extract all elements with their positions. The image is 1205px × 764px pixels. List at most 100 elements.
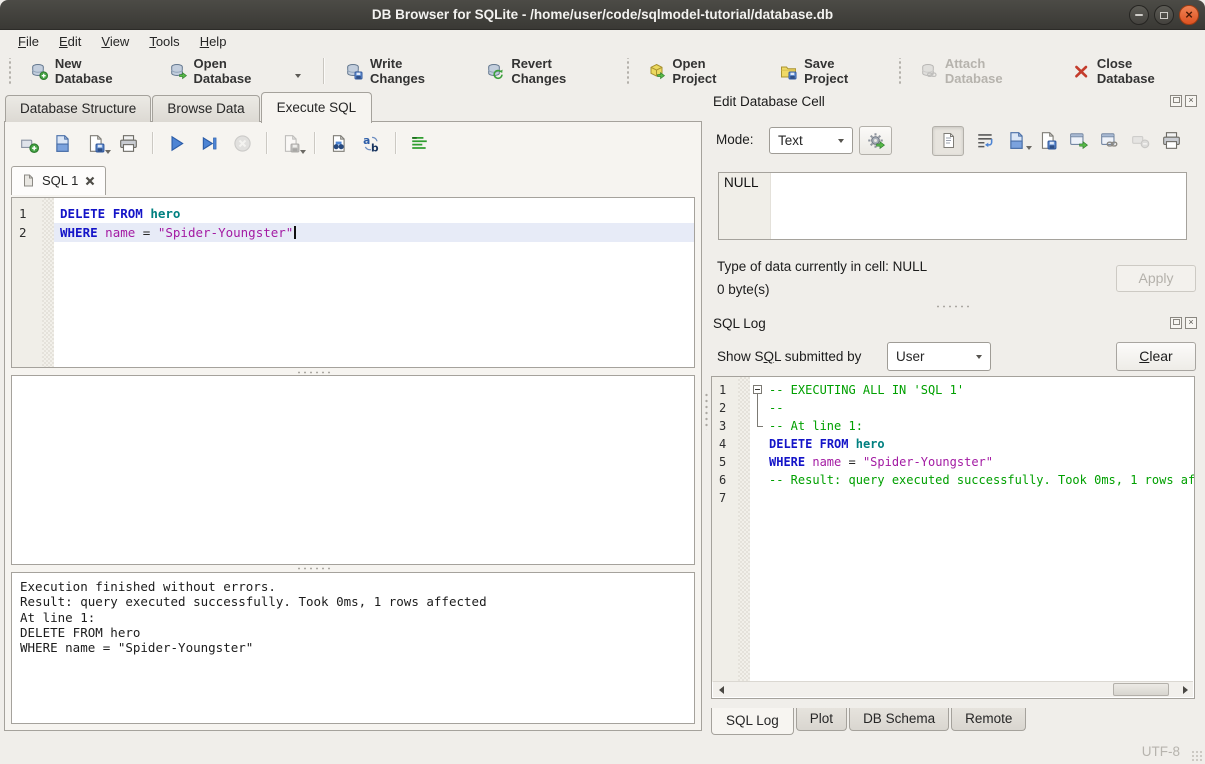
open-external-icon [1069, 131, 1088, 150]
text-mode-toggle[interactable] [932, 126, 964, 156]
write-changes-button[interactable]: Write Changes [337, 52, 466, 90]
print-sql-button[interactable] [118, 133, 139, 154]
code-line[interactable]: 3-- At line 1: [712, 417, 1194, 435]
tab-remote[interactable]: Remote [951, 708, 1026, 731]
print-cell-button[interactable] [1162, 131, 1181, 150]
scrollbar-track[interactable] [729, 682, 1177, 697]
close-button[interactable]: × [1179, 5, 1199, 25]
open-in-external-button[interactable] [1069, 131, 1088, 150]
float-dock-icon[interactable] [1170, 95, 1182, 107]
close-dock-icon[interactable]: × [1185, 317, 1197, 329]
attach-database-button: Attach Database [912, 52, 1052, 90]
sql-editor[interactable]: 1DELETE FROM hero2WHERE name = "Spider-Y… [11, 197, 695, 368]
code-line[interactable]: 1-- EXECUTING ALL IN 'SQL 1' [712, 381, 1194, 399]
scrollbar-thumb[interactable] [1113, 683, 1169, 696]
revert-changes-button[interactable]: Revert Changes [478, 52, 615, 90]
tab-plot[interactable]: Plot [796, 708, 847, 731]
menubar: File Edit View Tools Help [0, 30, 1205, 52]
open-database-button[interactable]: Open Database [161, 52, 311, 90]
execute-all-button[interactable] [166, 133, 187, 154]
clear-log-button[interactable]: Clear [1116, 342, 1196, 371]
cell-type-label: Type of data currently in cell: NULL [717, 259, 927, 274]
close-tab-icon[interactable] [85, 176, 95, 186]
open-sql-tab-button[interactable] [19, 133, 40, 154]
tab-sql-log[interactable]: SQL Log [711, 708, 794, 735]
code-line[interactable]: 7 [712, 489, 1194, 507]
cell-value-editor[interactable]: NULL [718, 172, 1187, 240]
menu-edit[interactable]: Edit [49, 32, 91, 51]
write-changes-icon [346, 63, 363, 80]
close-database-button[interactable]: Close Database [1064, 52, 1199, 90]
stop-execution-button [232, 133, 253, 154]
results-grid[interactable] [11, 375, 695, 565]
set-null-icon [1131, 131, 1150, 150]
main-tab-bar: Database Structure Browse Data Execute S… [5, 92, 373, 122]
code-line[interactable]: 2-- [712, 399, 1194, 417]
close-dock-icon[interactable]: × [1185, 95, 1197, 107]
export-cell-data-button[interactable] [1038, 131, 1057, 150]
apply-button: Apply [1116, 265, 1196, 292]
encoding-status: UTF-8 [1142, 744, 1180, 759]
code-line[interactable]: 1DELETE FROM hero [12, 204, 694, 223]
import-dropdown-icon[interactable] [1026, 146, 1032, 150]
apply-cell-settings-button[interactable] [859, 126, 892, 155]
word-wrap-button[interactable] [976, 131, 995, 150]
sql-submitter-combobox[interactable]: User [887, 342, 991, 371]
window-controls: × [1129, 5, 1199, 25]
tab-execute-sql[interactable]: Execute SQL [261, 92, 373, 123]
save-project-button[interactable]: Save Project [771, 52, 888, 90]
toolbar-drag-handle[interactable] [897, 58, 903, 84]
sql-file-icon [22, 174, 35, 187]
horizontal-scrollbar[interactable] [713, 681, 1193, 697]
tab-db-schema[interactable]: DB Schema [849, 708, 949, 731]
scroll-left-icon[interactable] [713, 682, 729, 697]
toolbar-drag-handle[interactable] [625, 58, 631, 84]
sql-1-tab[interactable]: SQL 1 [11, 166, 106, 195]
copy-link-button[interactable] [1100, 131, 1119, 150]
maximize-button[interactable] [1154, 5, 1174, 25]
code-line[interactable]: 6-- Result: query executed successfully.… [712, 471, 1194, 489]
float-dock-icon[interactable] [1170, 317, 1182, 329]
edit-cell-dock-title: Edit Database Cell [713, 94, 825, 109]
toolbar-separator [314, 132, 315, 154]
toolbar-drag-handle[interactable] [7, 58, 13, 84]
find-button[interactable] [328, 133, 349, 154]
open-sql-file-icon [53, 134, 72, 153]
sql-log-lines: 1-- EXECUTING ALL IN 'SQL 1'2--3-- At li… [712, 381, 1194, 507]
window-title: DB Browser for SQLite - /home/user/code/… [0, 0, 1205, 30]
word-wrap-icon [976, 131, 995, 150]
sql-log-view[interactable]: 1-- EXECUTING ALL IN 'SQL 1'2--3-- At li… [711, 376, 1195, 699]
vertical-splitter[interactable] [703, 92, 710, 732]
scroll-right-icon[interactable] [1177, 682, 1193, 697]
save-results-dropdown-icon [300, 150, 306, 154]
code-line[interactable]: 2WHERE name = "Spider-Youngster" [12, 223, 694, 242]
menu-tools[interactable]: Tools [139, 32, 189, 51]
save-sql-file-button[interactable] [85, 133, 106, 154]
open-project-button[interactable]: Open Project [639, 52, 759, 90]
tab-browse-data[interactable]: Browse Data [152, 95, 259, 122]
execute-current-line-button[interactable] [199, 133, 220, 154]
sql-editor-toolbar [13, 128, 436, 158]
open-sql-file-button[interactable] [52, 133, 73, 154]
code-line[interactable]: 4DELETE FROM hero [712, 435, 1194, 453]
execution-message: Execution finished without errors. Resul… [11, 572, 695, 724]
code-line[interactable]: 5WHERE name = "Spider-Youngster" [712, 453, 1194, 471]
save-sql-dropdown-icon[interactable] [105, 150, 111, 154]
menu-view[interactable]: View [91, 32, 139, 51]
find-replace-button[interactable] [361, 133, 382, 154]
splitter-handle[interactable] [935, 304, 973, 309]
save-sql-file-icon [86, 134, 105, 153]
mode-combobox[interactable]: Text [769, 127, 853, 154]
new-database-button[interactable]: New Database [22, 52, 149, 90]
tab-database-structure[interactable]: Database Structure [5, 95, 151, 122]
menu-help[interactable]: Help [190, 32, 237, 51]
titlebar[interactable]: DB Browser for SQLite - /home/user/code/… [0, 0, 1205, 30]
cell-null-indicator: NULL [719, 173, 771, 239]
open-database-dropdown-icon[interactable] [295, 74, 301, 78]
format-sql-button[interactable] [409, 133, 430, 154]
resize-grip[interactable] [1191, 750, 1202, 761]
import-cell-data-button[interactable] [1007, 131, 1026, 150]
splitter-handle[interactable] [296, 566, 334, 571]
minimize-button[interactable] [1129, 5, 1149, 25]
menu-file[interactable]: File [8, 32, 49, 51]
